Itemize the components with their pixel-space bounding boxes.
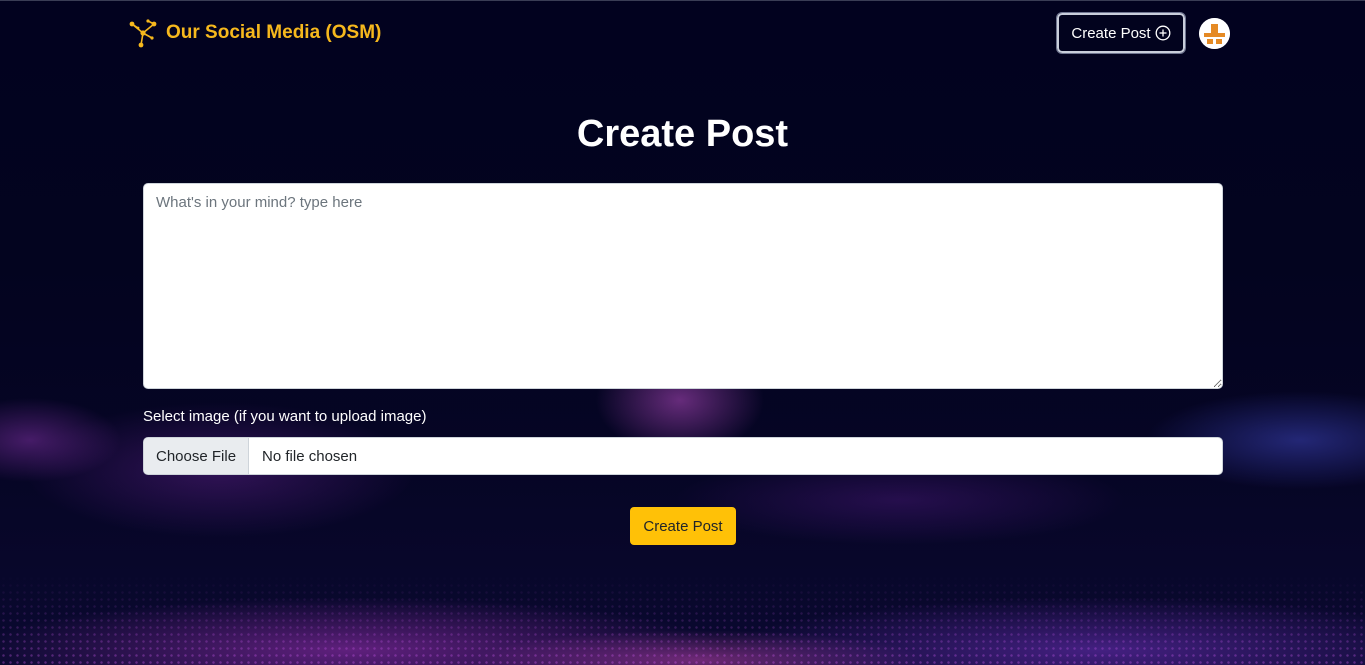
brand-link[interactable]: Our Social Media (OSM) xyxy=(128,18,381,48)
image-upload-label: Select image (if you want to upload imag… xyxy=(143,408,427,425)
choose-file-button[interactable]: Choose File xyxy=(144,438,250,474)
network-nodes-icon xyxy=(129,19,157,48)
navbar: Our Social Media (OSM) Create Post xyxy=(0,0,1365,65)
user-avatar-icon xyxy=(1199,18,1230,49)
brand-title: Our Social Media (OSM) xyxy=(166,22,382,43)
file-status-text: No file chosen xyxy=(262,447,358,465)
nav-create-post-label: Create Post xyxy=(1071,24,1151,42)
page-title: Create Post xyxy=(576,113,789,155)
user-avatar[interactable] xyxy=(1199,18,1230,49)
submit-create-post-button[interactable]: Create Post xyxy=(630,507,736,545)
nav-create-post-button[interactable]: Create Post xyxy=(1056,12,1186,54)
plus-circle-icon xyxy=(1155,25,1171,41)
background-particles xyxy=(0,575,1365,665)
image-file-input[interactable]: Choose File No file chosen xyxy=(143,437,1223,475)
post-content-textarea[interactable] xyxy=(143,183,1223,389)
